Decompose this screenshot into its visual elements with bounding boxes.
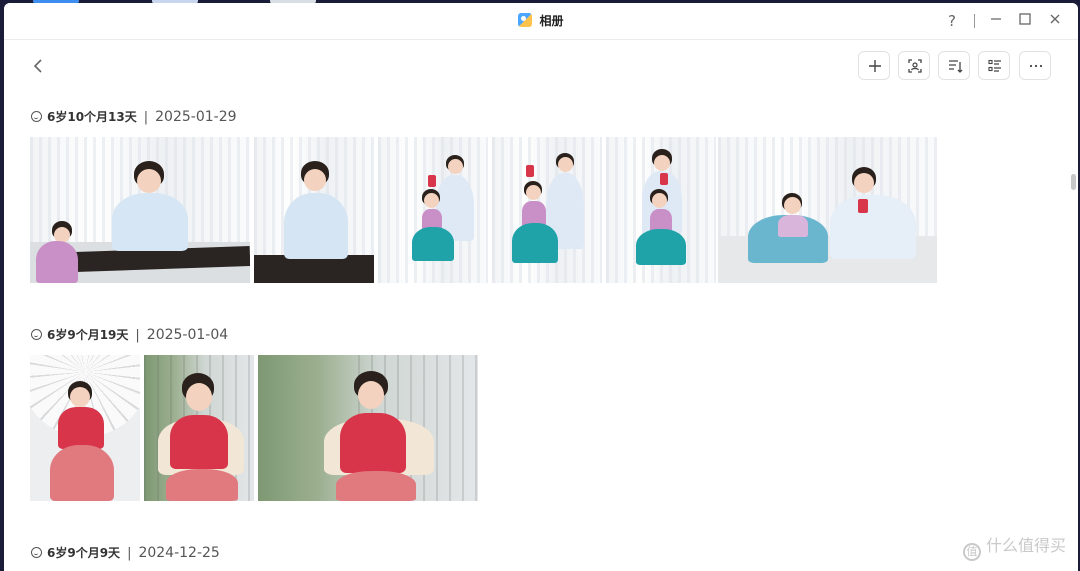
girl-face: [70, 387, 90, 407]
help-button[interactable]: ?: [941, 11, 963, 31]
date-group-header: 6岁9个月9天 | 2024-12-25: [31, 544, 220, 564]
photo-thumbnail[interactable]: [718, 137, 937, 283]
child-age-icon: [31, 329, 42, 340]
list-view-icon: [988, 59, 1001, 72]
photo-album-window: 相册 ? 6岁10个月13天 | 2025-01-29 6岁9个月19天 | 2…: [4, 3, 1078, 571]
child-skirt: [636, 229, 686, 265]
guzheng-instrument: [254, 255, 374, 283]
photo-thumbnail[interactable]: [144, 355, 254, 501]
girl-face: [358, 381, 384, 409]
photo-thumbnail[interactable]: [606, 137, 716, 283]
watermark-logo: 值: [962, 543, 981, 561]
girl-face: [854, 173, 874, 193]
girl-dress: [830, 195, 916, 259]
watermark-text: 什么值得买: [985, 536, 1066, 555]
group-date: 2024-12-25: [138, 545, 220, 561]
girl-face: [186, 383, 212, 411]
window-title: 相册: [4, 12, 1078, 29]
header-separator: |: [143, 110, 149, 125]
face-scan-button[interactable]: [898, 51, 930, 80]
group-date: 2025-01-04: [146, 327, 229, 343]
maximize-icon: [1019, 13, 1031, 25]
child-skirt: [412, 227, 454, 261]
photo-thumbnail[interactable]: [492, 137, 602, 283]
scrollbar-thumb[interactable]: [1071, 174, 1076, 190]
child-age: 6岁9个月9天: [47, 546, 121, 560]
photo-thumbnail[interactable]: [30, 137, 250, 283]
more-icon: [1029, 64, 1043, 68]
site-watermark: 值什么值得买: [962, 532, 1066, 561]
sort-icon: [949, 60, 963, 73]
sort-button[interactable]: [938, 51, 970, 80]
child-face: [424, 193, 439, 208]
child-skirt: [512, 223, 558, 263]
red-envelope: [858, 199, 868, 213]
child-age: 6岁10个月13天: [47, 110, 137, 124]
girl-dress: [112, 193, 188, 251]
group-date: 2025-01-29: [155, 109, 237, 125]
back-button[interactable]: [28, 55, 50, 77]
photos-app-icon: [518, 13, 533, 27]
face-scan-icon: [908, 59, 922, 73]
child-face: [652, 193, 667, 208]
date-group-header: 6岁9个月19天 | 2025-01-04: [31, 326, 228, 346]
chevron-left-icon: [33, 59, 42, 73]
girl-face: [654, 155, 670, 171]
photo-thumbnail[interactable]: [30, 355, 140, 501]
girl-vest: [170, 415, 228, 469]
girl-face: [137, 169, 161, 193]
minimize-button[interactable]: [985, 11, 1007, 31]
red-envelope: [428, 175, 436, 187]
child-age-icon: [31, 547, 42, 558]
child-top: [778, 215, 808, 237]
child-face: [784, 197, 801, 214]
girl-skirt: [166, 469, 238, 501]
child-face: [526, 185, 541, 200]
photo-thumbnail[interactable]: [378, 137, 488, 283]
girl-skirt: [50, 445, 114, 501]
red-envelope: [526, 165, 534, 177]
maximize-button[interactable]: [1014, 11, 1036, 31]
window-title-text: 相册: [539, 14, 564, 28]
photo-thumbnail[interactable]: [254, 137, 374, 283]
minimize-icon: [991, 18, 1001, 20]
photo-thumbnail[interactable]: [258, 355, 478, 501]
child-outfit: [36, 241, 78, 283]
header-separator: |: [135, 328, 140, 343]
girl-face: [448, 159, 463, 174]
titlebar-divider: [974, 14, 975, 28]
title-bar[interactable]: 相册 ?: [4, 3, 1078, 40]
add-button[interactable]: [858, 51, 890, 80]
header-separator: |: [127, 546, 132, 561]
girl-dress: [284, 193, 348, 259]
child-age-icon: [31, 111, 42, 122]
date-group-header: 6岁10个月13天 | 2025-01-29: [31, 108, 237, 128]
girl-face: [558, 157, 573, 172]
girl-face: [304, 169, 326, 191]
girl-vest: [340, 413, 406, 473]
view-mode-button[interactable]: [978, 51, 1010, 80]
more-button[interactable]: [1019, 51, 1051, 80]
girl-skirt: [336, 471, 416, 501]
girl-vest: [58, 407, 104, 449]
plus-icon: [869, 60, 881, 72]
close-icon: [1050, 14, 1060, 24]
close-button[interactable]: [1044, 11, 1066, 31]
child-age: 6岁9个月19天: [47, 328, 129, 342]
red-envelope: [660, 173, 668, 185]
